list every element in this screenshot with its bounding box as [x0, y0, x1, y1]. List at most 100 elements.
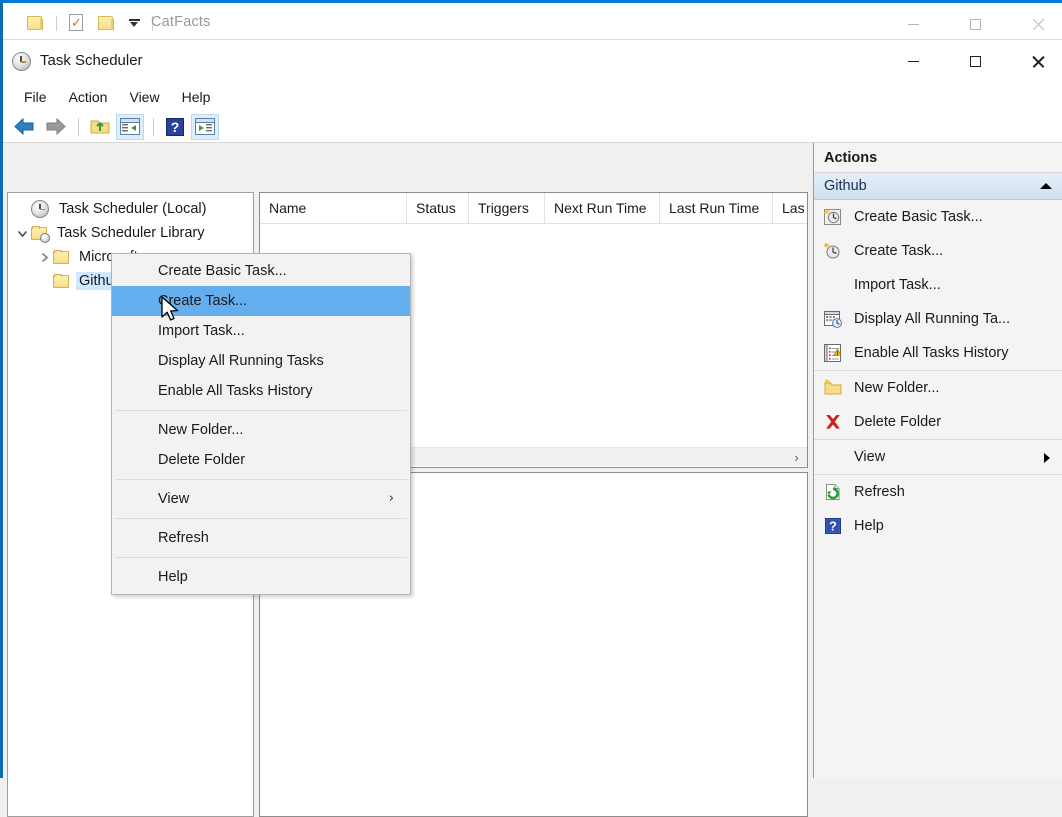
action-new-folder[interactable]: New Folder...: [814, 371, 1062, 405]
menu-action[interactable]: Action: [58, 86, 119, 108]
context-menu-item-refresh[interactable]: Refresh: [112, 523, 410, 553]
outer-close-button[interactable]: [1015, 6, 1061, 42]
context-menu-item-create-task[interactable]: Create Task...: [112, 286, 410, 316]
actions-group-header-github[interactable]: Github: [814, 173, 1062, 200]
task-scheduler-titlebar: Task Scheduler: [3, 41, 1062, 83]
column-header-last-run-result[interactable]: Las: [773, 193, 807, 223]
actions-group-label: Github: [824, 178, 867, 194]
svg-text:?: ?: [829, 519, 837, 534]
action-label: Create Basic Task...: [854, 209, 983, 225]
chevron-up-icon[interactable]: [1040, 183, 1052, 189]
menu-file[interactable]: File: [13, 86, 58, 108]
clock-badge-icon: [40, 232, 50, 243]
menu-view[interactable]: View: [118, 86, 170, 108]
action-refresh[interactable]: Refresh: [814, 475, 1062, 509]
context-menu-item-new-folder[interactable]: New Folder...: [112, 415, 410, 445]
chevron-placeholder: [14, 201, 31, 218]
tree-item-label: Task Scheduler Library: [57, 225, 205, 241]
folder-icon-2[interactable]: [98, 15, 115, 31]
forward-arrow-icon[interactable]: [41, 114, 69, 140]
quick-access-toolbar: ✓: [20, 11, 158, 35]
folder-icon: [53, 249, 70, 265]
column-header-next-run-time[interactable]: Next Run Time: [545, 193, 660, 223]
column-header-last-run-time[interactable]: Last Run Time: [660, 193, 773, 223]
display-running-tasks-icon: [823, 309, 843, 329]
list-column-headers: Name Status Triggers Next Run Time Last …: [260, 193, 807, 224]
context-menu-item-import-task[interactable]: Import Task...: [112, 316, 410, 346]
chevron-placeholder: [36, 273, 53, 290]
chevron-right-icon[interactable]: [36, 249, 53, 266]
no-icon-placeholder: [823, 447, 843, 467]
chevron-down-icon[interactable]: [14, 225, 31, 242]
context-menu-item-help[interactable]: Help: [112, 562, 410, 592]
minimize-icon: [907, 60, 919, 63]
action-enable-all-tasks-history[interactable]: Enable All Tasks History: [814, 336, 1062, 370]
task-scheduler-clock-icon: [12, 52, 31, 71]
close-icon: [1032, 56, 1044, 68]
action-label: Help: [854, 518, 884, 534]
context-menu-item-create-basic-task[interactable]: Create Basic Task...: [112, 256, 410, 286]
context-menu-separator-2: [115, 479, 407, 480]
context-menu-separator-4: [115, 557, 407, 558]
context-menu-item-view[interactable]: View ›: [112, 484, 410, 514]
qat-divider-1: [56, 15, 57, 31]
action-label: Create Task...: [854, 243, 944, 259]
outer-window-title: CatFacts: [151, 14, 211, 30]
scroll-right-arrow-icon[interactable]: ›: [788, 448, 805, 466]
folder-icon: [53, 273, 70, 289]
action-label: Refresh: [854, 484, 905, 500]
menu-help[interactable]: Help: [171, 86, 222, 108]
customize-dropdown-icon[interactable]: [128, 16, 141, 30]
outer-maximize-button[interactable]: [952, 6, 998, 42]
action-delete-folder[interactable]: Delete Folder: [814, 405, 1062, 439]
column-header-triggers[interactable]: Triggers: [469, 193, 545, 223]
action-label: Delete Folder: [854, 414, 942, 430]
up-one-level-folder-icon[interactable]: [86, 114, 114, 140]
action-create-basic-task[interactable]: Create Basic Task...: [814, 200, 1062, 234]
library-folder-icon: [31, 225, 50, 243]
column-header-name[interactable]: Name: [260, 193, 407, 223]
context-menu-item-enable-all-tasks-history[interactable]: Enable All Tasks History: [112, 376, 410, 406]
tree-item-label: Task Scheduler (Local): [59, 201, 207, 217]
outer-explorer-window: ✓ CatFacts Task Scheduler File Action Vi…: [0, 0, 1062, 817]
ts-minimize-button[interactable]: [890, 41, 936, 82]
column-header-status[interactable]: Status: [407, 193, 469, 223]
toolbar: ?: [3, 111, 1062, 143]
tree-item-task-scheduler-library[interactable]: Task Scheduler Library: [8, 221, 253, 245]
ts-maximize-button[interactable]: [952, 41, 998, 82]
back-arrow-icon[interactable]: [11, 114, 39, 140]
close-icon: [1032, 18, 1044, 30]
actions-pane: Actions Github Create Basic Task... Crea…: [813, 143, 1062, 778]
action-help[interactable]: ? Help: [814, 509, 1062, 543]
ts-close-button[interactable]: [1015, 41, 1061, 82]
action-label: Enable All Tasks History: [854, 345, 1009, 361]
chevron-right-icon: ›: [388, 491, 394, 506]
context-menu-item-label: View: [158, 491, 190, 507]
help-icon: ?: [823, 516, 843, 536]
action-display-all-running-tasks[interactable]: Display All Running Ta...: [814, 302, 1062, 336]
delete-folder-icon: [823, 412, 843, 432]
tree-item-task-scheduler-local[interactable]: Task Scheduler (Local): [8, 197, 253, 221]
toolbar-divider-1: [78, 117, 79, 136]
create-task-icon: [823, 241, 843, 261]
properties-doc-icon[interactable]: ✓: [69, 14, 84, 32]
action-label: Import Task...: [854, 277, 941, 293]
refresh-icon: [823, 482, 843, 502]
menubar: File Action View Help: [3, 83, 1062, 111]
context-menu-item-display-all-running-tasks[interactable]: Display All Running Tasks: [112, 346, 410, 376]
action-create-task[interactable]: Create Task...: [814, 234, 1062, 268]
action-import-task[interactable]: Import Task...: [814, 268, 1062, 302]
context-menu-item-delete-folder[interactable]: Delete Folder: [112, 445, 410, 475]
action-label: New Folder...: [854, 380, 940, 396]
actions-pane-title: Actions: [814, 143, 1062, 173]
clock-icon: [31, 200, 49, 218]
show-hide-console-tree-icon[interactable]: [116, 113, 144, 140]
check-glyph: ✓: [71, 16, 82, 31]
folder-icon-1[interactable]: [27, 15, 44, 31]
show-hide-action-pane-icon[interactable]: [191, 113, 219, 140]
help-icon[interactable]: ?: [161, 114, 189, 140]
submenu-arrow-icon: [1044, 453, 1050, 463]
outer-minimize-button[interactable]: [890, 6, 936, 42]
action-view[interactable]: View: [814, 440, 1062, 474]
minimize-icon: [907, 23, 919, 25]
